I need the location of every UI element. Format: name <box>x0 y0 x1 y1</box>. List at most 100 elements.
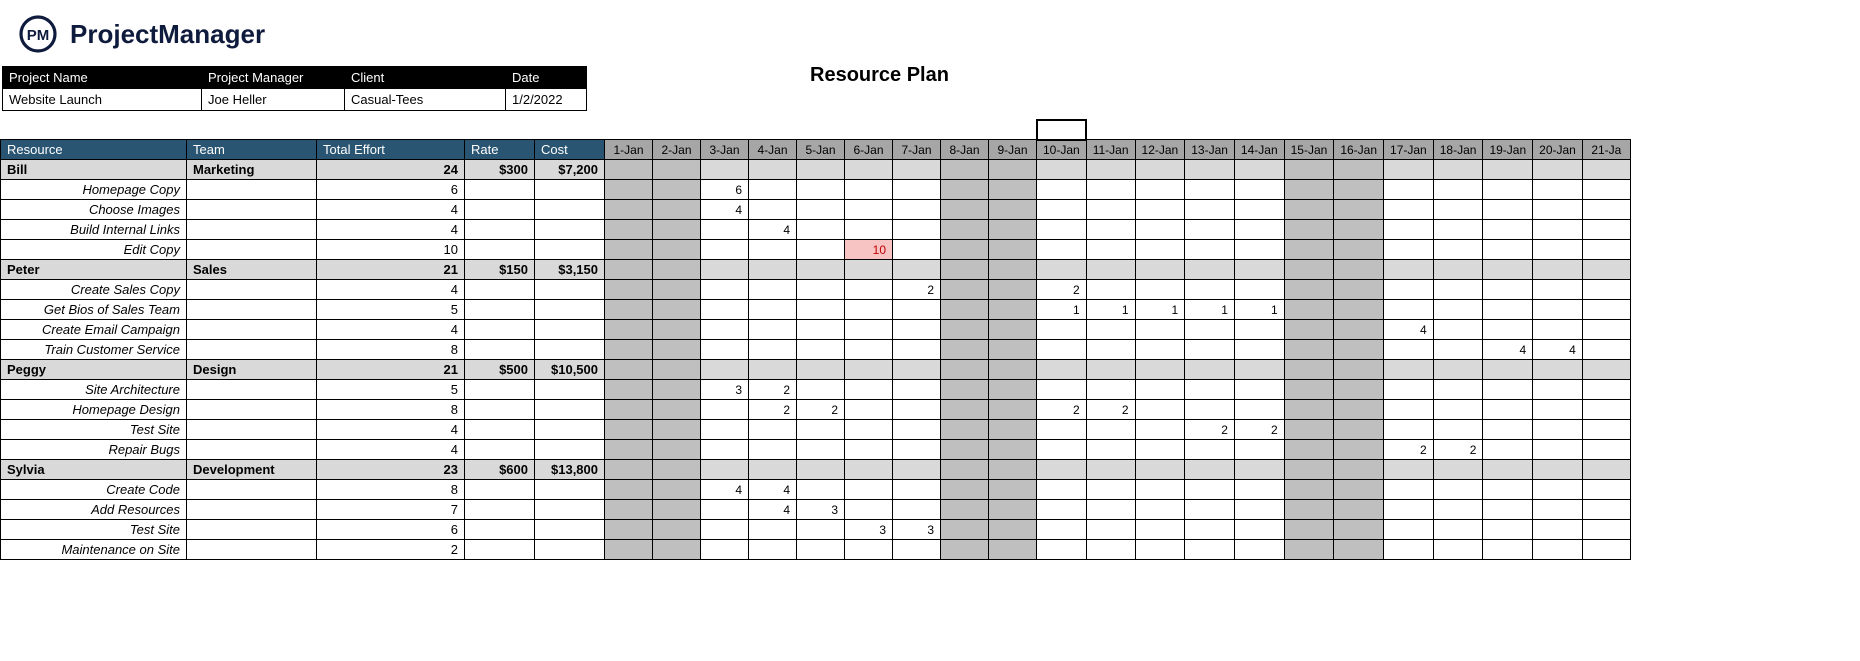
resource-cost[interactable]: $3,150 <box>535 260 605 280</box>
col-header-date[interactable]: 15-Jan <box>1284 140 1334 160</box>
task-cost-cell[interactable] <box>535 280 605 300</box>
resource-name[interactable]: Bill <box>1 160 187 180</box>
date-cell[interactable] <box>797 380 845 400</box>
date-cell[interactable] <box>1433 240 1483 260</box>
date-cell[interactable] <box>797 460 845 480</box>
meta-value-client[interactable]: Casual-Tees <box>345 89 506 111</box>
date-cell[interactable] <box>1334 240 1384 260</box>
date-cell[interactable] <box>1086 380 1135 400</box>
date-cell[interactable] <box>1334 340 1384 360</box>
date-cell[interactable] <box>1086 260 1135 280</box>
date-cell[interactable] <box>1284 440 1334 460</box>
date-cell[interactable] <box>701 260 749 280</box>
meta-value-project-manager[interactable]: Joe Heller <box>202 89 345 111</box>
date-cell[interactable] <box>1037 360 1087 380</box>
date-cell[interactable] <box>1037 420 1087 440</box>
date-cell[interactable] <box>1483 380 1533 400</box>
task-effort[interactable]: 8 <box>317 340 465 360</box>
col-header-resource[interactable]: Resource <box>1 140 187 160</box>
date-cell[interactable] <box>1234 440 1284 460</box>
date-cell[interactable] <box>1234 260 1284 280</box>
task-rate-cell[interactable] <box>465 420 535 440</box>
date-cell[interactable]: 2 <box>1185 420 1235 440</box>
task-name[interactable]: Repair Bugs <box>1 440 187 460</box>
date-cell[interactable] <box>1135 360 1185 380</box>
date-cell[interactable] <box>1135 540 1185 560</box>
date-cell[interactable] <box>845 320 893 340</box>
date-cell[interactable] <box>1334 260 1384 280</box>
date-cell[interactable] <box>1433 260 1483 280</box>
date-cell[interactable] <box>653 300 701 320</box>
date-cell[interactable] <box>1533 500 1583 520</box>
date-cell[interactable] <box>1086 520 1135 540</box>
date-cell[interactable] <box>1135 420 1185 440</box>
date-cell[interactable] <box>1135 400 1185 420</box>
resource-group-row[interactable]: SylviaDevelopment23$600$13,800 <box>1 460 1631 480</box>
date-cell[interactable]: 2 <box>1234 420 1284 440</box>
date-cell[interactable] <box>605 440 653 460</box>
date-cell[interactable] <box>1234 320 1284 340</box>
col-header-date[interactable]: 11-Jan <box>1086 140 1135 160</box>
date-cell[interactable] <box>1582 440 1630 460</box>
date-cell[interactable] <box>893 180 941 200</box>
date-cell[interactable] <box>1284 280 1334 300</box>
resource-team[interactable]: Sales <box>187 260 317 280</box>
task-effort[interactable]: 4 <box>317 200 465 220</box>
date-cell[interactable] <box>1582 240 1630 260</box>
col-header-date[interactable]: 9-Jan <box>989 140 1037 160</box>
date-cell[interactable] <box>893 360 941 380</box>
task-team-cell[interactable] <box>187 420 317 440</box>
task-rate-cell[interactable] <box>465 340 535 360</box>
date-cell[interactable] <box>1135 220 1185 240</box>
task-team-cell[interactable] <box>187 400 317 420</box>
date-cell[interactable] <box>749 540 797 560</box>
date-cell[interactable] <box>1037 480 1087 500</box>
resource-group-row[interactable]: PeterSales21$150$3,150 <box>1 260 1631 280</box>
date-cell[interactable] <box>941 160 989 180</box>
task-name[interactable]: Add Resources <box>1 500 187 520</box>
date-cell[interactable] <box>1086 180 1135 200</box>
date-cell[interactable] <box>653 280 701 300</box>
date-cell[interactable] <box>845 300 893 320</box>
date-cell[interactable] <box>1483 360 1533 380</box>
date-cell[interactable] <box>1037 520 1087 540</box>
date-cell[interactable] <box>1433 520 1483 540</box>
date-cell[interactable] <box>1135 520 1185 540</box>
date-cell[interactable] <box>701 300 749 320</box>
col-header-date[interactable]: 5-Jan <box>797 140 845 160</box>
task-cost-cell[interactable] <box>535 520 605 540</box>
date-cell[interactable] <box>1284 380 1334 400</box>
date-cell[interactable] <box>701 280 749 300</box>
task-cost-cell[interactable] <box>535 400 605 420</box>
date-cell[interactable] <box>1037 240 1087 260</box>
date-cell[interactable] <box>605 400 653 420</box>
date-cell[interactable]: 3 <box>845 520 893 540</box>
date-cell[interactable] <box>1582 520 1630 540</box>
date-cell[interactable] <box>749 160 797 180</box>
date-cell[interactable] <box>1433 400 1483 420</box>
date-cell[interactable] <box>1384 460 1434 480</box>
resource-team[interactable]: Design <box>187 360 317 380</box>
task-team-cell[interactable] <box>187 200 317 220</box>
date-cell[interactable] <box>1037 200 1087 220</box>
date-cell[interactable] <box>989 360 1037 380</box>
resource-team[interactable]: Marketing <box>187 160 317 180</box>
task-name[interactable]: Homepage Design <box>1 400 187 420</box>
date-cell[interactable] <box>893 380 941 400</box>
task-rate-cell[interactable] <box>465 240 535 260</box>
date-cell[interactable] <box>893 480 941 500</box>
date-cell[interactable] <box>1433 280 1483 300</box>
date-cell[interactable] <box>989 540 1037 560</box>
date-cell[interactable] <box>1483 440 1533 460</box>
date-cell[interactable] <box>1037 500 1087 520</box>
date-cell[interactable] <box>653 400 701 420</box>
date-cell[interactable] <box>1037 220 1087 240</box>
date-cell[interactable] <box>1086 460 1135 480</box>
date-cell[interactable] <box>1185 540 1235 560</box>
date-cell[interactable] <box>845 460 893 480</box>
date-cell[interactable] <box>1234 340 1284 360</box>
date-cell[interactable] <box>1185 260 1235 280</box>
date-cell[interactable] <box>605 380 653 400</box>
date-cell[interactable] <box>701 440 749 460</box>
date-cell[interactable] <box>701 320 749 340</box>
